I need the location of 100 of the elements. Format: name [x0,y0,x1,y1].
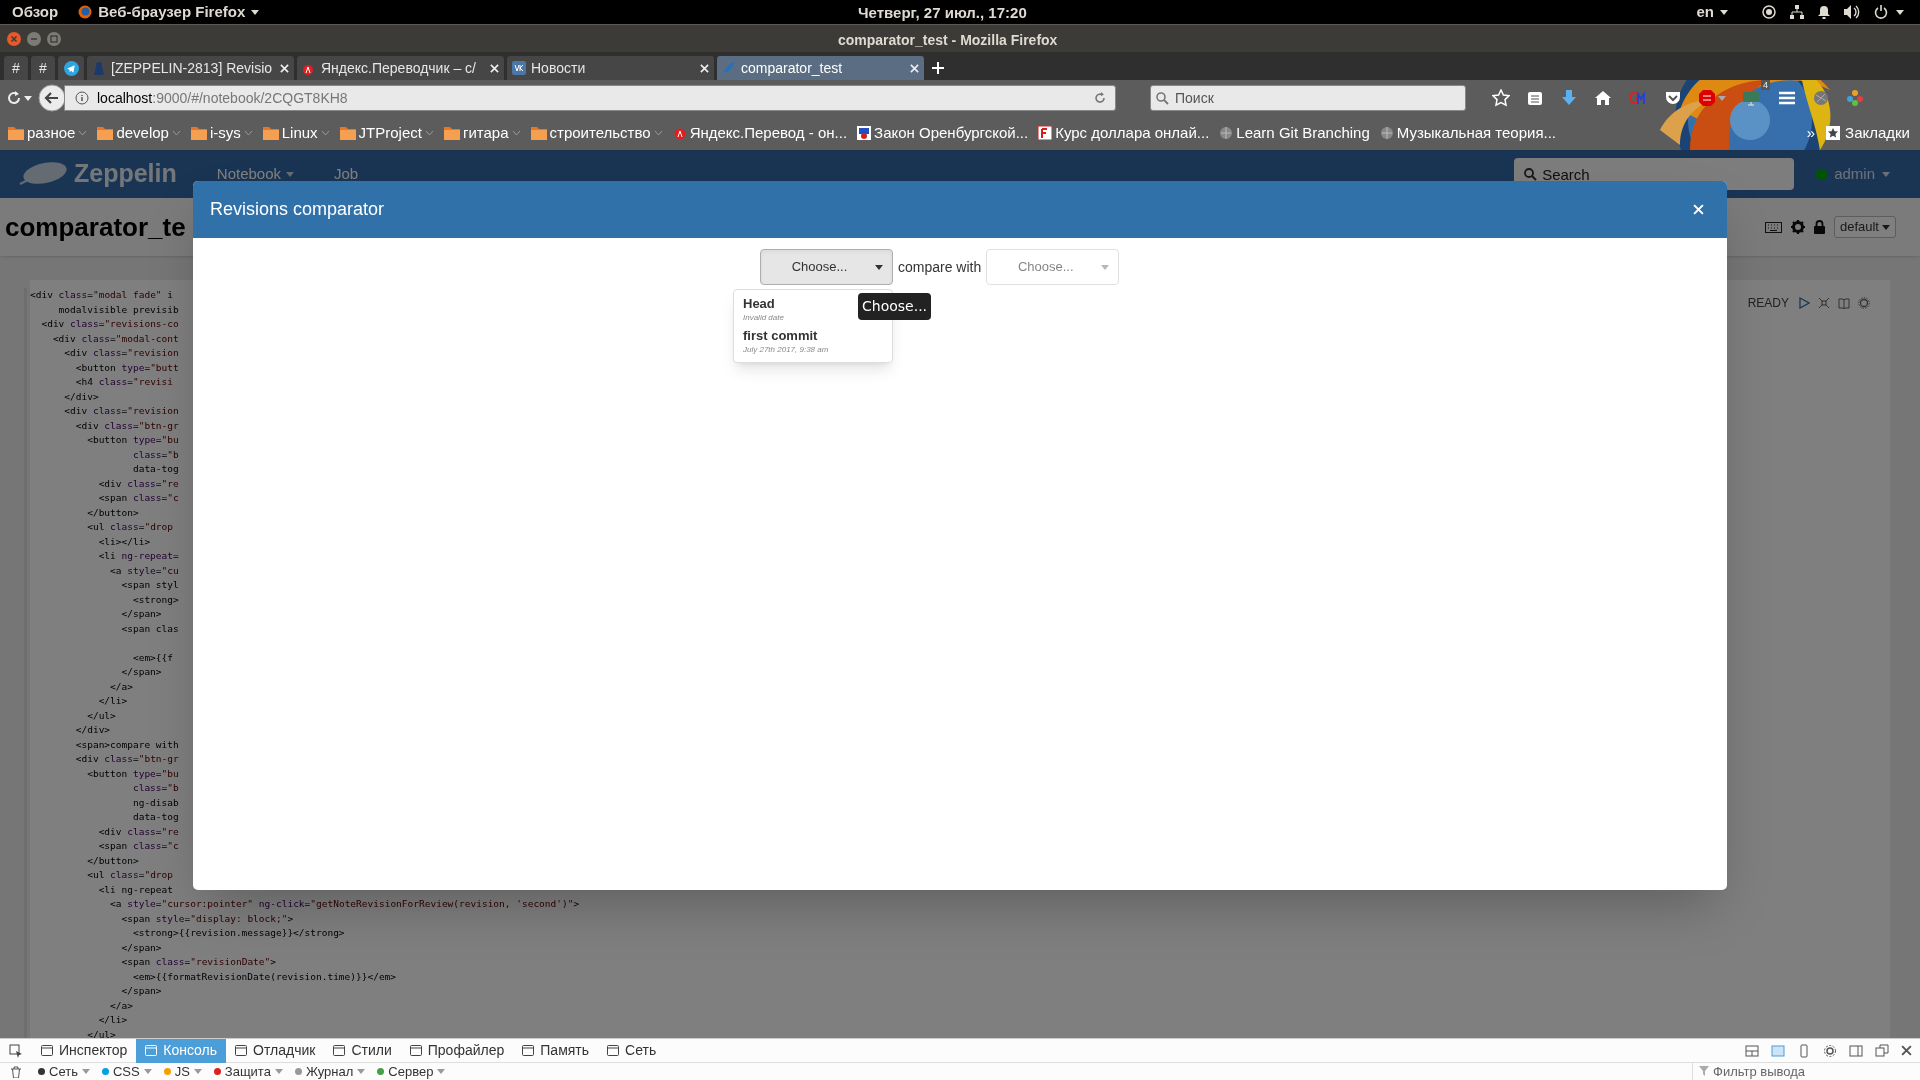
bookmark[interactable]: i-sys [190,121,253,145]
collapse-icon[interactable] [1818,297,1830,309]
folder-icon [97,126,114,140]
filter-button[interactable]: JS [157,1061,208,1080]
folder-icon [8,126,24,140]
code-line: </span> [120,607,162,621]
bookmark[interactable]: Learn Git Branching [1219,121,1370,145]
globe-icon[interactable] [1812,89,1830,107]
download-icon[interactable] [1560,89,1578,107]
folder-icon [530,126,547,140]
bookmark[interactable]: Курс доллара онлай... [1038,121,1210,145]
caret-icon [251,9,260,15]
bookmarks-menu[interactable]: Закладки [1825,121,1910,145]
back-button[interactable] [38,84,66,112]
code-line: <button type="butt [74,360,179,375]
devtools-tab[interactable]: Инспектор [32,1038,137,1063]
power-menu[interactable] [1874,5,1904,19]
stop-sign-icon [1698,89,1716,107]
bookmark[interactable]: Закон Оренбургской... [857,121,1029,145]
run-icon[interactable] [1799,297,1810,309]
code-line: </a> [109,998,133,1013]
tab[interactable]: Яндекс.Переводчик – с/ [297,56,504,80]
bookmark[interactable]: Музыкальная теория... [1379,121,1557,145]
code-line: <li ng-repeat= [97,549,179,563]
code-line: </ul> [86,1027,116,1038]
puzzle-icon[interactable] [1846,89,1864,107]
revision-item[interactable]: first commit July 27th 2017, 9:38 am [734,326,892,358]
pocket-icon[interactable] [1664,89,1682,107]
folder-icon [339,126,356,140]
menu-icon[interactable] [1778,89,1796,107]
overflow-button[interactable]: » [1806,121,1816,145]
caret-icon [1718,95,1726,101]
close-button[interactable] [7,31,21,46]
bookmark[interactable]: разное [8,121,88,145]
tab[interactable]: comparator_test [717,56,924,80]
settings-icon[interactable] [1858,297,1870,309]
keyboard-icon[interactable] [1764,221,1782,233]
lock-icon[interactable] [1813,220,1825,234]
bookmark[interactable]: гитара [443,121,521,145]
revision-message: first commit [743,327,819,345]
revision-dropdown[interactable]: Choose... [760,249,893,285]
code-line: </button> [86,853,139,868]
caret-icon [875,265,883,270]
bookmark[interactable]: Яндекс.Перевод - он... [672,121,848,145]
bell-icon[interactable] [1818,5,1830,19]
filter-button[interactable]: Сервер [371,1061,452,1080]
tab[interactable]: [ZEPPELIN-2813] Revisio [87,56,294,80]
devtools-tab[interactable]: Профайлер [400,1038,514,1063]
location-icon[interactable] [1762,5,1776,19]
book-icon[interactable] [1838,297,1850,309]
element-picker-icon[interactable] [9,1043,23,1058]
language-menu[interactable]: en [1696,0,1728,24]
tab[interactable]: # [4,56,28,80]
filter-button[interactable]: Журнал [288,1061,372,1080]
tab[interactable]: Новости [507,56,714,80]
app-menu[interactable]: Веб-браузер Firefox [78,0,260,24]
bookmark[interactable]: JTProject [339,121,434,145]
code-line: </ul> [86,708,116,723]
bookmark[interactable]: develop [97,121,181,145]
volume-icon[interactable] [1844,5,1860,19]
search-field[interactable]: Поиск [1150,85,1466,111]
devtools-tab[interactable]: Стили [324,1038,401,1063]
close-icon[interactable] [1901,1045,1912,1056]
devtools-tab[interactable]: Отладчик [226,1038,325,1063]
reading-list-icon[interactable] [1526,89,1544,107]
caret-icon [437,1069,446,1074]
code-line: <strong>{{revision.message}}</strong> [131,926,345,940]
activities-button[interactable]: Обзор [12,0,59,24]
tab-icon [522,1045,535,1056]
bookmark[interactable]: Linux [262,121,330,145]
folder-icon [262,126,279,140]
code-line: <ul class="drop [86,520,174,534]
bookmark[interactable]: строительство [530,121,663,145]
filter-button[interactable]: Защита [207,1061,289,1080]
monitor-icon[interactable] [1742,89,1762,107]
address-bar[interactable]: localhost:9000/#/notebook/2CQGT8KH8 [64,85,1116,111]
network-icon[interactable] [1790,5,1804,19]
chevron-icon [511,130,521,136]
caret-icon [274,1069,283,1074]
tab[interactable] [58,56,84,80]
tab-icon [333,1045,346,1056]
maximize-button[interactable] [47,31,61,46]
filter-button[interactable]: Сеть [32,1061,96,1080]
code-line: <span class="c [97,491,179,505]
filter-button[interactable]: CSS [95,1061,158,1080]
devtools-tab[interactable]: Сеть [598,1038,666,1063]
settings-icon[interactable] [1790,220,1805,234]
star-icon[interactable] [1492,89,1510,107]
interpreter-menu[interactable]: default [1833,216,1896,238]
code-line: <span>compare with [74,737,179,752]
reload-icon[interactable] [1093,91,1107,105]
code-line: modalvisible previsib [57,302,179,317]
history-button[interactable] [6,90,32,106]
tab[interactable]: # [31,56,55,80]
badge: 4 [1761,80,1770,90]
home-icon[interactable] [1594,89,1612,107]
devtools-tab[interactable]: Память [513,1038,599,1063]
trash-icon[interactable] [10,1065,22,1078]
code-line: <div class="revision [63,404,179,418]
minimize-button[interactable] [27,31,41,46]
